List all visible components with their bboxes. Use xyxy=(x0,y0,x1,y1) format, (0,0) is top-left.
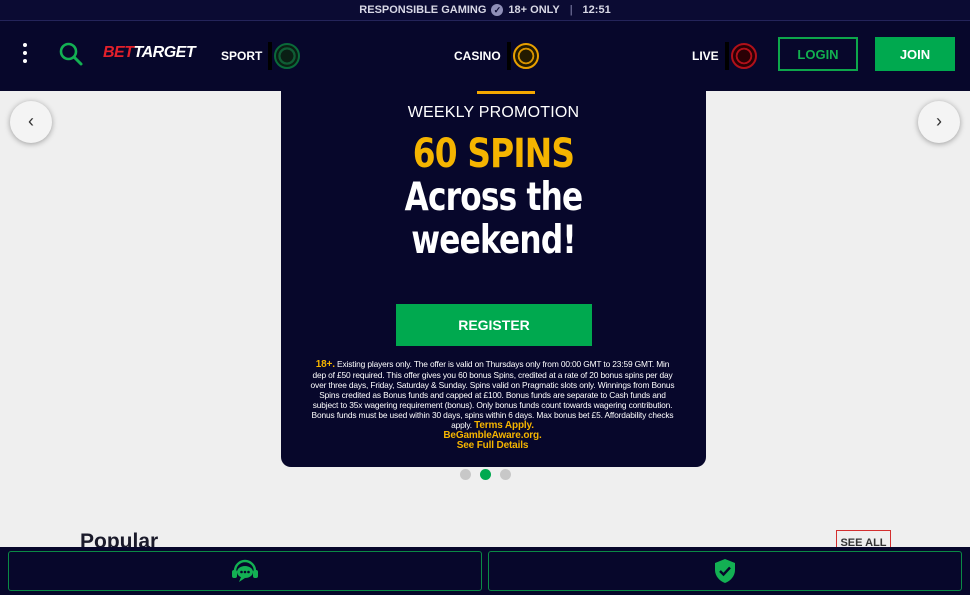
carousel-dot[interactable] xyxy=(460,469,471,480)
nav-live[interactable]: LIVE xyxy=(692,39,757,73)
nav-sport[interactable]: SPORT xyxy=(221,39,301,73)
nav-divider xyxy=(268,42,273,70)
age-restriction-label: 18+ ONLY xyxy=(508,4,560,16)
live-chip-icon xyxy=(730,43,757,69)
clock-time: 12:51 xyxy=(582,4,611,16)
bettarget-logo[interactable]: BETTARGET xyxy=(103,44,196,62)
promo-eyebrow: WEEKLY PROMOTION xyxy=(407,104,580,121)
logo-bet-text: BET xyxy=(103,44,134,61)
responsible-gaming-link[interactable]: RESPONSIBLE GAMING xyxy=(359,4,486,16)
promo-card: WEEKLY PROMOTION 60 SPINS Across the wee… xyxy=(281,91,706,467)
casino-chip-icon xyxy=(512,43,539,69)
menu-kebab-icon[interactable] xyxy=(20,43,30,67)
shield-check-icon xyxy=(715,559,735,583)
carousel-next-button[interactable]: › xyxy=(918,101,960,143)
main-header: BETTARGET SPORT CASINO LIVE LOGIN JOIN xyxy=(0,21,970,91)
separator: | xyxy=(569,4,573,16)
promo-headline-line2: weekend! xyxy=(411,218,576,263)
register-button[interactable]: REGISTER xyxy=(396,304,592,346)
bottom-action-bar xyxy=(0,547,970,595)
carousel-dot[interactable] xyxy=(500,469,511,480)
terms-age: 18+. xyxy=(315,359,335,370)
promo-terms: 18+. Existing players only. The offer is… xyxy=(309,359,676,451)
search-icon[interactable] xyxy=(58,41,84,67)
carousel-dots xyxy=(460,469,511,480)
login-button[interactable]: LOGIN xyxy=(778,37,858,71)
join-button[interactable]: JOIN xyxy=(875,37,955,71)
nav-divider xyxy=(506,42,511,70)
chat-support-button[interactable] xyxy=(8,551,482,591)
safety-shield-button[interactable] xyxy=(488,551,962,591)
verified-check-icon: ✓ xyxy=(491,4,504,16)
chevron-left-icon: ‹ xyxy=(28,111,34,131)
nav-casino-label: CASINO xyxy=(454,49,501,63)
promo-highlight: 60 SPINS xyxy=(412,131,575,177)
nav-casino[interactable]: CASINO xyxy=(454,39,539,73)
top-info-bar: RESPONSIBLE GAMING ✓ 18+ ONLY | 12:51 xyxy=(0,0,970,21)
see-full-details-link[interactable]: See Full Details xyxy=(309,441,676,451)
carousel-dot-active[interactable] xyxy=(480,469,491,480)
logo-target-text: TARGET xyxy=(133,44,196,61)
sport-chip-icon xyxy=(274,43,301,69)
nav-sport-label: SPORT xyxy=(221,49,263,63)
nav-live-label: LIVE xyxy=(692,49,719,63)
promo-graphic-strip xyxy=(477,91,535,94)
carousel-prev-button[interactable]: ‹ xyxy=(10,101,52,143)
nav-divider xyxy=(724,42,729,70)
chat-support-icon xyxy=(232,559,258,582)
chevron-right-icon: › xyxy=(936,111,942,131)
promo-headline: Across the weekend! xyxy=(324,176,664,262)
promo-headline-line1: Across the xyxy=(404,175,584,220)
